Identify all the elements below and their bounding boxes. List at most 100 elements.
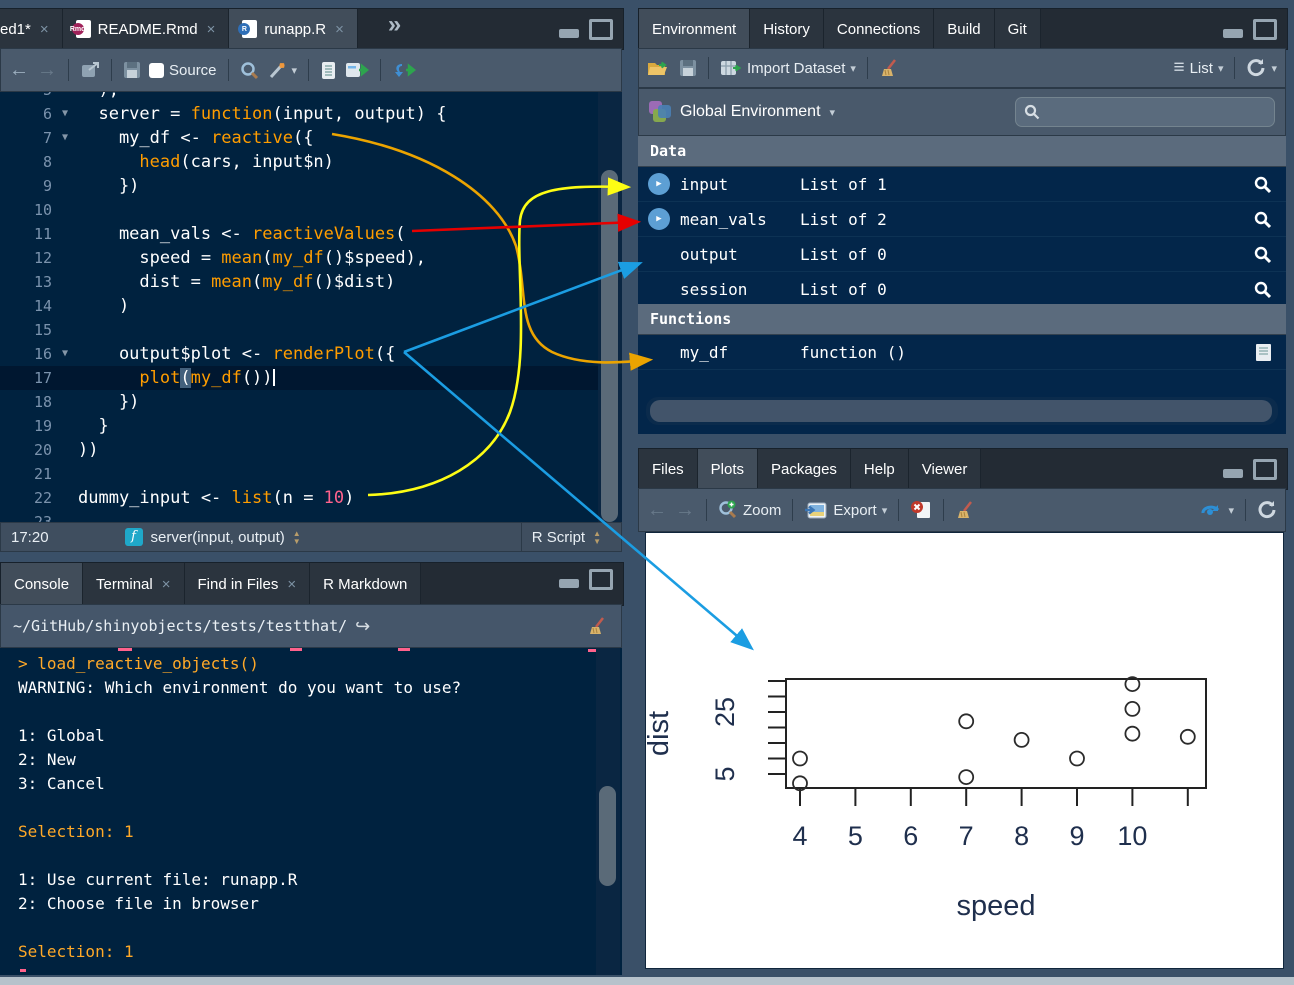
tab-files[interactable]: Files [639,449,698,489]
code-line-13[interactable]: 13 dist = mean(my_df()$dist) [0,270,598,294]
tab-console[interactable]: Console [1,563,83,605]
environment-object-row-input[interactable]: ▶inputList of 1 [638,167,1286,202]
save-icon[interactable] [123,61,141,79]
code-line-14[interactable]: 14 ) [0,294,598,318]
code-line-22[interactable]: 22dummy_input <- list(n = 10) [0,486,598,510]
inspect-object-icon[interactable] [1253,175,1272,194]
previous-plot-icon[interactable]: ← [647,500,667,520]
search-input[interactable] [1046,103,1250,121]
save-workspace-icon[interactable] [679,59,697,77]
minimize-pane-icon[interactable] [1223,29,1243,38]
tab-runapp-r[interactable]: R runapp.R × [229,9,357,49]
editor-code-area[interactable]: 5 ),6▼ server = function(input, output) … [0,92,622,522]
maximize-pane-icon[interactable] [1253,19,1277,40]
remove-plot-icon[interactable] [910,500,932,520]
function-scope-selector[interactable]: server(input, output) [151,529,285,546]
inspect-object-icon[interactable] [1253,210,1272,229]
maximize-pane-icon[interactable] [589,569,613,590]
clear-all-plots-broom-icon[interactable] [955,500,977,520]
tab-history[interactable]: History [750,9,824,49]
tab-connections[interactable]: Connections [824,9,934,49]
document-type-selector[interactable]: R Script ▲▼ [521,523,611,551]
open-new-window-icon[interactable] [80,61,100,79]
tab-help[interactable]: Help [851,449,909,489]
code-tools-button[interactable]: ▾ [267,61,298,80]
environment-scope-selector[interactable]: Global Environment [680,103,821,121]
close-icon[interactable]: × [287,576,296,593]
clear-console-broom-icon[interactable] [587,616,609,636]
close-icon[interactable]: × [207,21,216,38]
environment-hscrollbar[interactable] [646,397,1278,425]
back-icon[interactable]: ← [9,60,29,80]
minimize-pane-icon[interactable] [559,579,579,588]
tab-build[interactable]: Build [934,9,994,49]
editor-scrollbar-thumb[interactable] [601,170,618,522]
load-workspace-folder-icon[interactable] [647,59,671,77]
environment-object-row-mean_vals[interactable]: ▶mean_valsList of 2 [638,202,1286,237]
checkbox-icon[interactable] [149,63,164,78]
console-scrollbar[interactable] [596,648,620,975]
tab-overflow-icon[interactable]: » [358,9,401,49]
code-line-21[interactable]: 21 [0,462,598,486]
maximize-pane-icon[interactable] [589,19,613,40]
code-line-18[interactable]: 18 }) [0,390,598,414]
expand-object-icon[interactable]: ▶ [648,173,670,195]
tab-git[interactable]: Git [995,9,1041,49]
minimize-pane-icon[interactable] [1223,469,1243,478]
minimize-pane-icon[interactable] [559,29,579,38]
editor-scrollbar[interactable] [598,92,622,522]
environment-object-row-output[interactable]: outputList of 0 [638,237,1286,272]
next-plot-icon[interactable]: → [675,500,695,520]
environment-hscrollbar-thumb[interactable] [650,400,1272,422]
expand-object-icon[interactable]: ▶ [648,208,670,230]
forward-icon[interactable]: → [37,60,57,80]
environment-object-row-session[interactable]: sessionList of 0 [638,272,1286,307]
refresh-plot-icon[interactable] [1257,500,1277,520]
code-line-23[interactable]: 23 [0,510,598,522]
code-line-8[interactable]: 8 head(cars, input$n) [0,150,598,174]
code-line-10[interactable]: 10 [0,198,598,222]
tab-environment[interactable]: Environment [639,9,750,49]
close-icon[interactable]: × [162,576,171,593]
fold-arrow-icon[interactable]: ▼ [52,342,78,366]
view-source-icon[interactable] [1255,343,1272,362]
environment-search-box[interactable] [1015,97,1275,127]
zoom-plot-button[interactable]: Zoom [718,500,781,520]
compile-notebook-icon[interactable] [320,61,337,80]
close-icon[interactable]: × [40,21,49,38]
fold-arrow-icon[interactable]: ▼ [52,126,78,150]
fold-arrow-icon[interactable]: ▼ [52,102,78,126]
source-script-icon[interactable] [392,61,418,79]
view-mode-selector[interactable]: ≡ List ▾ [1174,57,1224,79]
inspect-object-icon[interactable] [1253,280,1272,299]
code-line-12[interactable]: 12 speed = mean(my_df()$speed), [0,246,598,270]
tab-readme-rmd[interactable]: Rmd README.Rmd × [63,9,230,49]
source-on-save-checkbox[interactable]: Source [149,62,217,79]
tab-packages[interactable]: Packages [758,449,851,489]
close-icon[interactable]: × [335,21,344,38]
plot-canvas[interactable]: 45678910525speeddist [645,532,1284,969]
tab-terminal[interactable]: Terminal× [83,563,184,605]
console-output[interactable]: > load_reactive_objects()WARNING: Which … [0,648,622,975]
code-line-5[interactable]: 5 ), [0,92,598,102]
inspect-object-icon[interactable] [1253,245,1272,264]
console-scrollbar-thumb[interactable] [599,786,616,886]
find-replace-icon[interactable] [240,61,259,80]
chevron-down-icon[interactable]: ▾ [830,106,836,119]
tab-r-markdown[interactable]: R Markdown [310,563,421,605]
code-line-20[interactable]: 20)) [0,438,598,462]
run-line-icon[interactable] [345,61,369,79]
code-line-16[interactable]: 16▼ output$plot <- renderPlot({ [0,342,598,366]
code-line-17[interactable]: 17 plot(my_df()) [0,366,598,390]
tab-find-in-files[interactable]: Find in Files× [185,563,311,605]
code-line-6[interactable]: 6▼ server = function(input, output) { [0,102,598,126]
code-line-11[interactable]: 11 mean_vals <- reactiveValues( [0,222,598,246]
import-dataset-button[interactable]: Import Dataset ▾ [720,59,856,77]
tab-viewer[interactable]: Viewer [909,449,982,489]
export-plot-button[interactable]: Export ▾ [804,501,887,520]
maximize-pane-icon[interactable] [1253,459,1277,480]
publish-plot-button[interactable]: ▾ [1199,501,1234,519]
tab-ed1[interactable]: ed1* × [0,9,63,49]
refresh-environment-button[interactable]: ▾ [1246,58,1277,78]
tab-plots[interactable]: Plots [698,449,758,489]
